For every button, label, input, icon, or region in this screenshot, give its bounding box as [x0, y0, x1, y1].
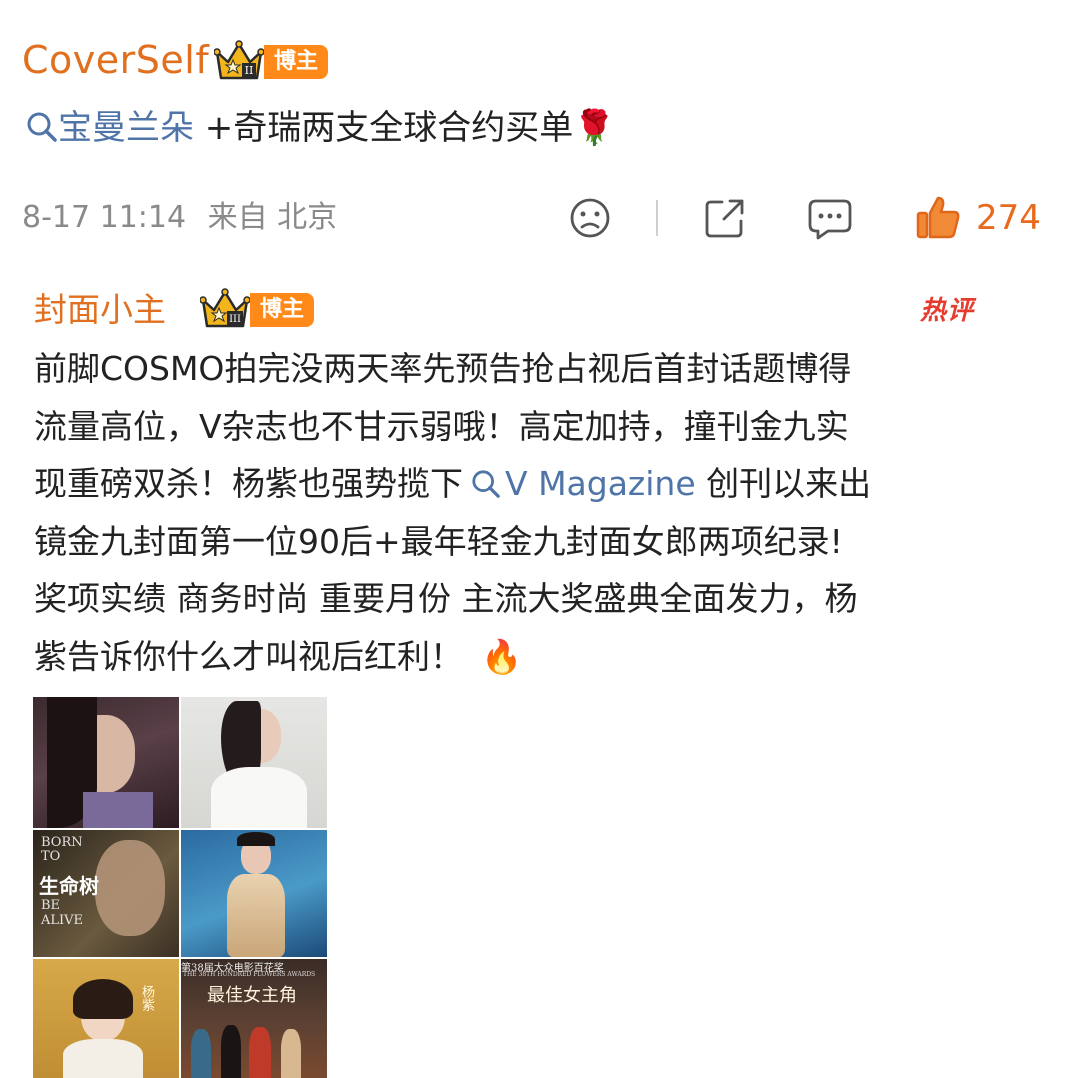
search-icon [27, 112, 57, 142]
crown-icon: II [214, 40, 264, 80]
comment-body: 前脚COSMO拍完没两天率先预告抢占视后首封话题博得 流量高位，V杂志也不甘示弱… [34, 340, 1024, 685]
award-photo-tile[interactable]: 杨紫 [33, 959, 179, 1078]
post-user-badge: II 博主 [214, 40, 329, 84]
comment-line: 现重磅双杀！杨紫也强势揽下 V Magazine 创刊以来出 [34, 464, 872, 503]
timestamp: 8-17 11:14 [22, 200, 187, 235]
photo-tile[interactable] [33, 697, 179, 828]
image-grid[interactable]: BORN TO 生命树 BE ALIVE 杨紫 第38届大众电影百花奖 THE … [33, 697, 327, 1078]
award-ceremony-tile[interactable]: 第38届大众电影百花奖 THE 38TH HUNDRED FLOWERS AWA… [181, 959, 327, 1078]
like-button[interactable]: 274 [914, 196, 1041, 240]
comment-icon [808, 199, 852, 240]
divider [656, 200, 658, 236]
comment-line: 奖项实绩 商务时尚 重要月份 主流大奖盛典全面发力，杨 [34, 579, 858, 618]
rose-emoji: 🌹 [573, 108, 616, 148]
topic-link[interactable]: 宝曼兰朵 [26, 108, 194, 148]
comment-button[interactable] [806, 196, 854, 240]
svg-text:III: III [229, 314, 241, 325]
award-title: 最佳女主角 [207, 985, 297, 1006]
share-icon [705, 199, 744, 238]
poster-text: ALIVE [41, 913, 84, 928]
like-icon [916, 196, 960, 239]
blogger-badge: 博主 [250, 293, 315, 327]
topic-label[interactable]: 宝曼兰朵 [58, 108, 194, 148]
poster-text: BE [41, 898, 61, 913]
photo-tile[interactable] [181, 830, 327, 957]
comment-line: 流量高位，V杂志也不甘示弱哦！高定加持，撞刊金九实 [34, 406, 849, 446]
dislike-button[interactable] [568, 196, 612, 240]
movie-poster-tile[interactable]: BORN TO 生命树 BE ALIVE [33, 830, 179, 957]
blogger-badge: 博主 [264, 45, 329, 79]
poster-text: TO [41, 849, 61, 864]
comment-line: 镜金九封面第一位90后+最年轻金九封面女郎两项纪录! [34, 521, 843, 561]
hot-comment-badge: 热评 [920, 296, 975, 326]
poster-title: 生命树 [39, 874, 99, 898]
search-icon [472, 470, 500, 498]
comment-line: 前脚COSMO拍完没两天率先预告抢占视后首封话题博得 [34, 349, 852, 388]
comment-line: 紫告诉你什么才叫视后红利！ 🔥 [34, 636, 523, 676]
post-text: 宝曼兰朵 +奇瑞两支全球合约买单🌹 [26, 104, 616, 152]
post-username[interactable]: CoverSelf [22, 36, 209, 84]
svg-text:II: II [245, 64, 254, 77]
comment-username[interactable]: 封面小主 [34, 288, 166, 332]
crown-icon: III [200, 288, 250, 328]
fire-emoji: 🔥 [481, 636, 523, 676]
post-body: +奇瑞两支全球合约买单 [194, 108, 574, 148]
post-meta: 8-17 11:14 来自 北京 [22, 196, 337, 240]
actress-name: 杨紫 [139, 985, 154, 1011]
photo-tile[interactable] [181, 697, 327, 828]
poster-text: BORN [41, 835, 83, 850]
award-subtitle: THE 38TH HUNDRED FLOWERS AWARDS [183, 971, 316, 978]
sad-face-icon [570, 198, 610, 238]
location: 来自 北京 [207, 200, 338, 235]
share-button[interactable] [702, 196, 748, 240]
magazine-link[interactable]: V Magazine [463, 464, 696, 503]
comment-user-badge: III 博主 [200, 288, 315, 332]
like-count: 274 [976, 198, 1041, 238]
